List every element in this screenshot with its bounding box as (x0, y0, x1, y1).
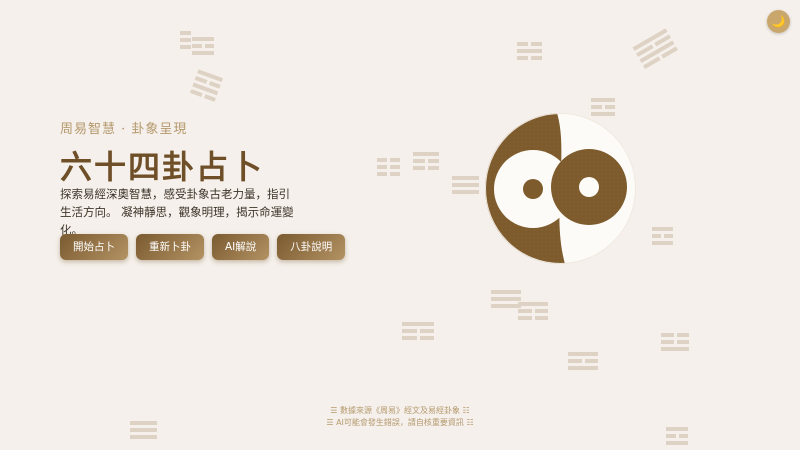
bg-trigram (189, 69, 224, 104)
page-title: 六十四卦占卜 (60, 148, 265, 186)
bg-trigram (568, 352, 598, 373)
bg-trigram (180, 31, 191, 52)
bg-trigram (491, 290, 521, 311)
bg-trigram (666, 427, 688, 448)
bg-trigram (192, 37, 214, 58)
bg-trigram (517, 42, 542, 63)
redo-divination-button[interactable]: 重新卜卦 (136, 234, 204, 260)
ai-explain-button[interactable]: AI解說 (212, 234, 270, 260)
bg-trigram (652, 227, 673, 248)
bg-trigram (632, 28, 680, 71)
bg-trigram (661, 333, 689, 354)
footer-source: ☰ 數據來源《周易》經文及易經卦象 ☷ (330, 406, 470, 415)
hero-description: 探索易經深奧智慧，感受卦象古老力量，指引生活方向。 凝神靜思，觀象明理，揭示命運… (60, 187, 294, 237)
bg-trigram (377, 158, 400, 179)
moon-icon: 🌙 (771, 15, 786, 28)
footer-disclaimer: ☰ AI可能會發生錯誤，請自核重要資訊 ☷ (326, 418, 474, 427)
start-divination-button[interactable]: 開始占卜 (60, 234, 128, 260)
hero-subtitle: 周易智慧 · 卦象呈現 (60, 122, 188, 137)
yin-yang-icon[interactable] (485, 113, 636, 264)
bg-trigram (413, 152, 439, 173)
action-buttons: 開始占卜 重新卜卦 AI解說 八卦說明 (60, 234, 346, 260)
bg-trigram (518, 302, 548, 323)
bg-trigram (402, 322, 434, 343)
bg-trigram (452, 176, 479, 197)
bagua-info-button[interactable]: 八卦說明 (277, 234, 346, 260)
theme-toggle-button[interactable]: 🌙 (767, 10, 790, 33)
